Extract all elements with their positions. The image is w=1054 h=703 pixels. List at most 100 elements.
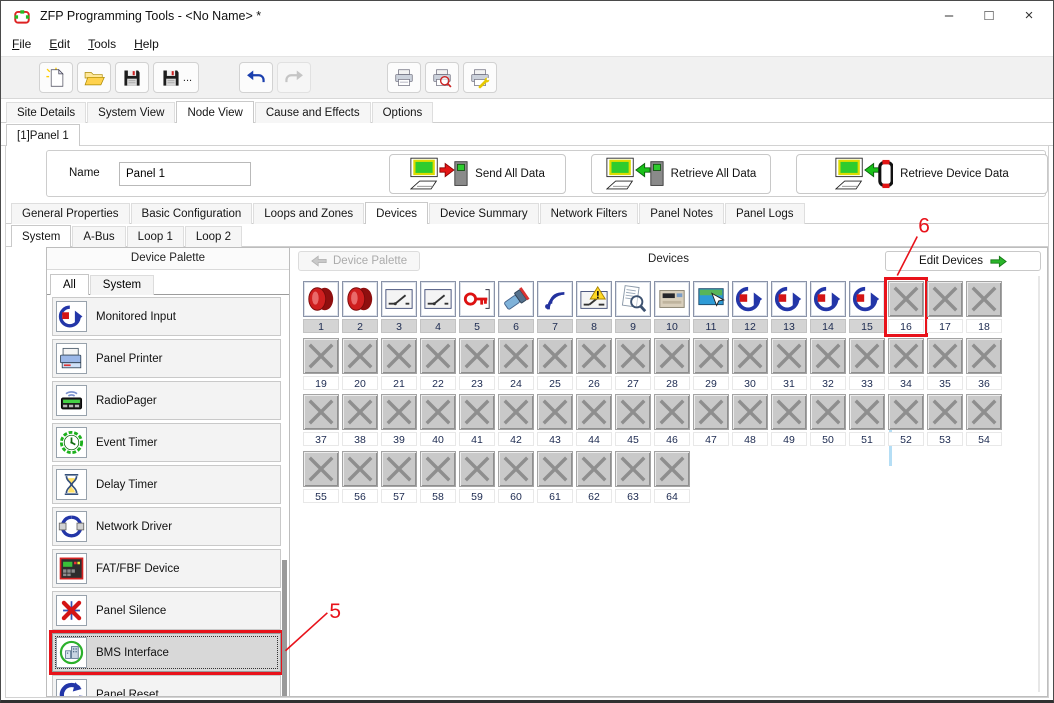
device-slot-51[interactable]: 51 (849, 394, 885, 446)
toolbar-redo-button[interactable] (277, 62, 311, 93)
device-slot-36[interactable]: 36 (966, 338, 1002, 390)
device-slot-3[interactable]: 3 (381, 281, 417, 333)
device-slot-61[interactable]: 61 (537, 451, 573, 503)
send-all-data-button[interactable]: Send All Data (389, 154, 566, 194)
device-slot-21[interactable]: 21 (381, 338, 417, 390)
device-slot-49[interactable]: 49 (771, 394, 807, 446)
tab-site-details[interactable]: Site Details (6, 102, 86, 123)
device-slot-47[interactable]: 47 (693, 394, 729, 446)
device-slot-23[interactable]: 23 (459, 338, 495, 390)
device-slot-4[interactable]: 4 (420, 281, 456, 333)
device-slot-53[interactable]: 53 (927, 394, 963, 446)
palette-item-network-driver[interactable]: Network Driver (52, 507, 281, 546)
device-slot-45[interactable]: 45 (615, 394, 651, 446)
device-slot-35[interactable]: 35 (927, 338, 963, 390)
device-slot-22[interactable]: 22 (420, 338, 456, 390)
minimize-button[interactable]: – (929, 1, 969, 30)
close-button[interactable]: × (1009, 1, 1049, 30)
menu-item-help[interactable]: Help (125, 34, 168, 54)
menu-item-file[interactable]: File (3, 34, 40, 54)
tab-panel-notes[interactable]: Panel Notes (639, 203, 724, 224)
device-slot-11[interactable]: 11 (693, 281, 729, 333)
device-slot-6[interactable]: 6 (498, 281, 534, 333)
toolbar-print-setup-button[interactable] (463, 62, 497, 93)
palette-item-bms-interface[interactable]: BMS Interface (52, 633, 281, 672)
title-bar[interactable]: ZFP Programming Tools - <No Name> * (1, 1, 1053, 31)
palette-item-panel-silence[interactable]: Panel Silence (52, 591, 281, 630)
device-slot-24[interactable]: 24 (498, 338, 534, 390)
tab-general-properties[interactable]: General Properties (11, 203, 130, 224)
palette-item-fat-fbf-device[interactable]: FAT/FBF Device (52, 549, 281, 588)
device-slot-27[interactable]: 27 (615, 338, 651, 390)
device-slot-2[interactable]: 2 (342, 281, 378, 333)
device-slot-55[interactable]: 55 (303, 451, 339, 503)
maximize-button[interactable]: □ (969, 1, 1009, 30)
toolbar-undo-button[interactable] (239, 62, 273, 93)
device-slot-58[interactable]: 58 (420, 451, 456, 503)
device-slot-57[interactable]: 57 (381, 451, 417, 503)
device-slot-41[interactable]: 41 (459, 394, 495, 446)
device-slot-25[interactable]: 25 (537, 338, 573, 390)
device-slot-8[interactable]: 8 (576, 281, 612, 333)
device-slot-63[interactable]: 63 (615, 451, 651, 503)
devices-scrollbar-track[interactable] (1038, 276, 1040, 692)
device-slot-52[interactable]: 52 (888, 394, 924, 446)
retrieve-all-data-button[interactable]: Retrieve All Data (591, 154, 771, 194)
device-slot-64[interactable]: 64 (654, 451, 690, 503)
device-slot-10[interactable]: 10 (654, 281, 690, 333)
device-slot-34[interactable]: 34 (888, 338, 924, 390)
tab-system[interactable]: System (11, 225, 71, 247)
palette-item-panel-printer[interactable]: Panel Printer (52, 339, 281, 378)
tab-loops-and-zones[interactable]: Loops and Zones (253, 203, 364, 224)
tab-network-filters[interactable]: Network Filters (540, 203, 639, 224)
device-slot-18[interactable]: 18 (966, 281, 1002, 333)
retrieve-device-data-button[interactable]: Retrieve Device Data (796, 154, 1048, 194)
tab-device-summary[interactable]: Device Summary (429, 203, 539, 224)
palette-scrollbar-thumb[interactable] (282, 560, 287, 697)
device-slot-40[interactable]: 40 (420, 394, 456, 446)
device-slot-7[interactable]: 7 (537, 281, 573, 333)
device-slot-56[interactable]: 56 (342, 451, 378, 503)
toolbar-new-button[interactable] (39, 62, 73, 93)
device-slot-46[interactable]: 46 (654, 394, 690, 446)
palette-item-event-timer[interactable]: Event Timer (52, 423, 281, 462)
tab-cause-and-effects[interactable]: Cause and Effects (255, 102, 371, 123)
tab-loop-2[interactable]: Loop 2 (185, 226, 242, 247)
device-slot-19[interactable]: 19 (303, 338, 339, 390)
tab-devices[interactable]: Devices (365, 202, 428, 224)
device-slot-5[interactable]: 5 (459, 281, 495, 333)
device-slot-13[interactable]: 13 (771, 281, 807, 333)
panel-name-input[interactable] (119, 162, 251, 186)
device-slot-1[interactable]: 1 (303, 281, 339, 333)
palette-item-panel-reset[interactable]: Panel Reset (52, 675, 281, 697)
device-slot-38[interactable]: 38 (342, 394, 378, 446)
device-slot-9[interactable]: 9 (615, 281, 651, 333)
device-slot-15[interactable]: 15 (849, 281, 885, 333)
tab-node-view[interactable]: Node View (176, 101, 253, 123)
device-slot-39[interactable]: 39 (381, 394, 417, 446)
device-slot-62[interactable]: 62 (576, 451, 612, 503)
device-slot-26[interactable]: 26 (576, 338, 612, 390)
device-slot-30[interactable]: 30 (732, 338, 768, 390)
menu-item-tools[interactable]: Tools (79, 34, 125, 54)
toolbar-save-as-button[interactable]: ... (153, 62, 199, 93)
device-slot-54[interactable]: 54 (966, 394, 1002, 446)
device-slot-48[interactable]: 48 (732, 394, 768, 446)
device-slot-12[interactable]: 12 (732, 281, 768, 333)
palette-item-delay-timer[interactable]: Delay Timer (52, 465, 281, 504)
palette-item-radiopager[interactable]: RadioPager (52, 381, 281, 420)
toolbar-print-preview-button[interactable] (425, 62, 459, 93)
toolbar-print-button[interactable] (387, 62, 421, 93)
device-slot-17[interactable]: 17 (927, 281, 963, 333)
toolbar-save-button[interactable] (115, 62, 149, 93)
device-slot-43[interactable]: 43 (537, 394, 573, 446)
device-slot-50[interactable]: 50 (810, 394, 846, 446)
device-slot-29[interactable]: 29 (693, 338, 729, 390)
device-slot-33[interactable]: 33 (849, 338, 885, 390)
device-slot-16[interactable]: 16 (888, 281, 924, 333)
palette-tab-all[interactable]: All (50, 274, 89, 295)
device-slot-60[interactable]: 60 (498, 451, 534, 503)
device-slot-14[interactable]: 14 (810, 281, 846, 333)
palette-item-monitored-input[interactable]: Monitored Input (52, 297, 281, 336)
menu-item-edit[interactable]: Edit (40, 34, 79, 54)
